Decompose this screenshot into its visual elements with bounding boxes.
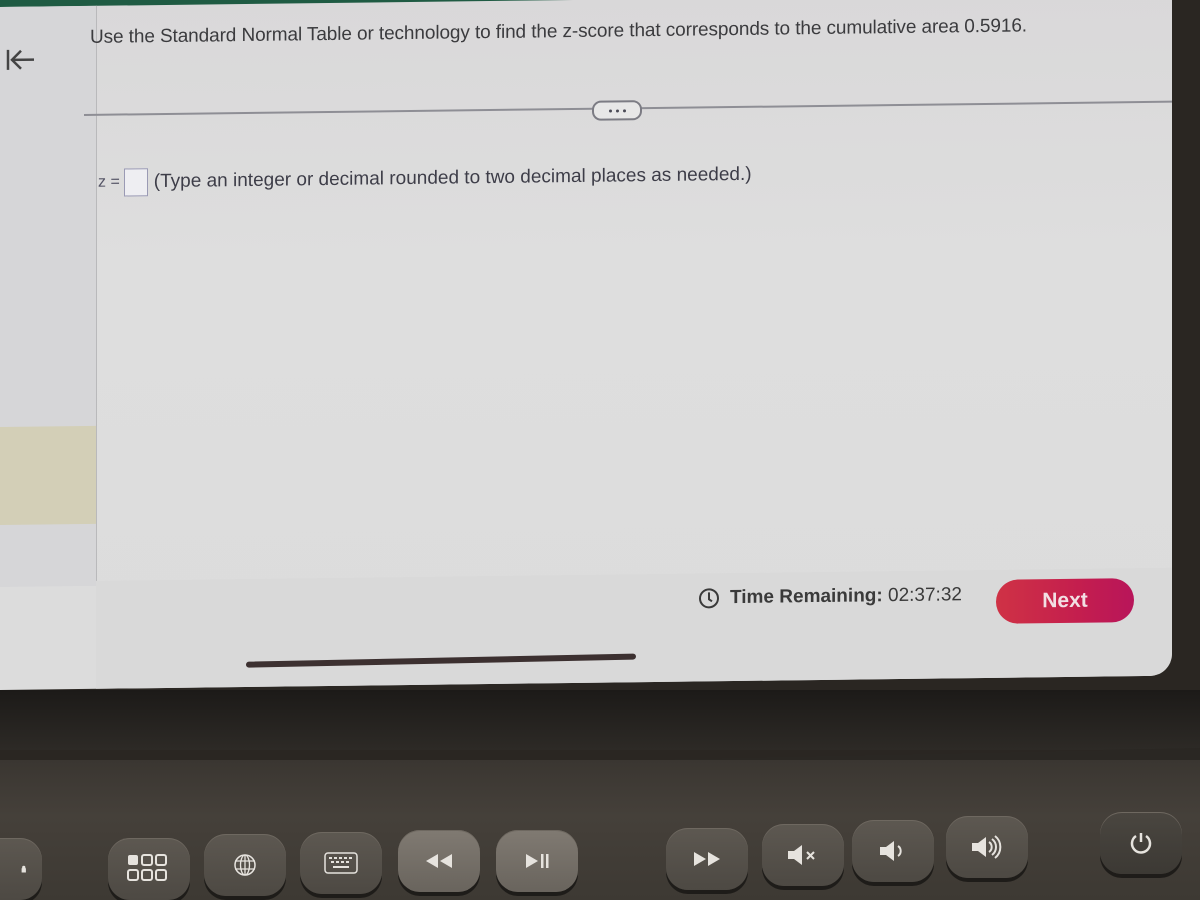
globe-icon [234,854,256,876]
app-switcher-icon [127,854,167,881]
expand-more-button[interactable] [592,100,642,121]
answer-row: z = (Type an integer or decimal rounded … [98,161,752,197]
volume-up-key[interactable] [946,816,1028,878]
play-pause-key[interactable] [496,830,578,892]
play-pause-icon [526,854,549,868]
fast-forward-key[interactable] [666,828,748,890]
power-key[interactable] [1100,812,1182,874]
volume-up-icon [972,835,1002,859]
dot-icon [615,108,619,112]
rail-highlight [0,425,96,525]
mute-icon [788,845,815,865]
z-answer-input[interactable] [123,168,148,197]
back-to-start-icon[interactable] [4,48,38,72]
rewind-key[interactable] [398,830,480,892]
rewind-icon [426,854,452,868]
mute-key[interactable] [762,824,844,886]
power-icon [1130,833,1152,854]
globe-key[interactable] [204,834,286,896]
timer-value: 02:37:32 [888,584,962,607]
dot-icon [622,108,626,112]
answer-hint: (Type an integer or decimal rounded to t… [153,163,752,193]
app-switcher-key[interactable] [108,838,190,900]
clock-icon [699,588,719,609]
lock-icon [21,865,26,873]
top-bar [0,0,1172,7]
question-text: Use the Standard Normal Table or technol… [90,15,1027,48]
fast-forward-icon [694,852,720,866]
timer-label: Time Remaining: [730,585,883,609]
z-label: z = [98,173,120,191]
volume-down-key[interactable] [852,820,934,882]
timer: Time Remaining: 02:37:32 [698,584,962,609]
tablet-bezel [0,690,1200,750]
tablet-screen: Use the Standard Normal Table or technol… [0,0,1172,691]
left-rail [0,5,97,587]
lock-key[interactable] [0,838,42,900]
volume-down-icon [880,841,902,861]
dot-icon [608,109,612,113]
next-button[interactable]: Next [996,578,1134,624]
keyboard-key[interactable] [300,832,382,894]
keyboard-icon [324,852,358,874]
